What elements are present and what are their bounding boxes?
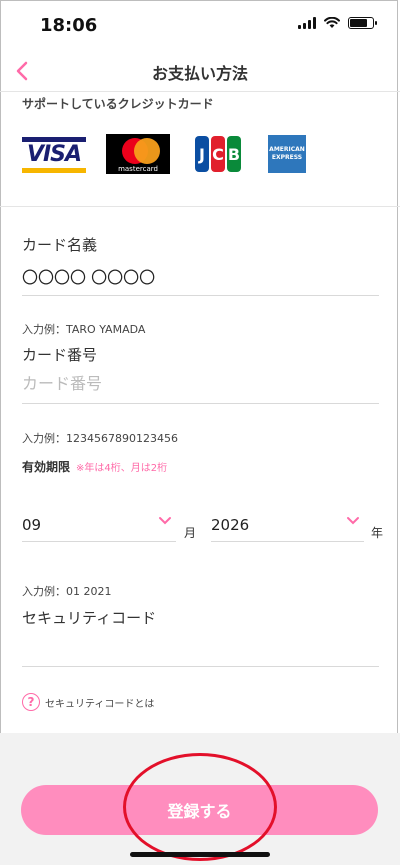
battery-icon: [348, 17, 377, 29]
expiry-note: ※年は4桁、月は2桁: [76, 463, 168, 474]
nav-bar: お支払い方法: [0, 52, 400, 92]
mastercard-logo: mastercard: [106, 134, 170, 174]
expiry-month-select[interactable]: 09: [22, 510, 176, 542]
status-time: 18:06: [40, 15, 98, 36]
cardholder-hint: 入力例：TARO YAMADA: [22, 323, 146, 336]
signal-icon: [298, 17, 316, 29]
bottom-action-area: 登録する: [0, 733, 400, 865]
expiry-hint: 入力例：01 2021: [22, 585, 112, 598]
card-number-input[interactable]: [22, 364, 379, 404]
chevron-down-icon: [347, 517, 359, 525]
jcb-logo: JCB: [194, 134, 242, 174]
year-unit: 年: [371, 526, 384, 540]
wifi-icon: [324, 17, 340, 28]
cardholder-input[interactable]: [22, 256, 379, 296]
expiry-month-value: 09: [22, 516, 42, 534]
security-code-label: セキュリティコード: [22, 609, 157, 627]
cardholder-label: カード名義: [22, 236, 98, 254]
supported-cards-heading: サポートしているクレジットカード: [22, 97, 214, 111]
expiry-label: 有効期限 ※年は4桁、月は2桁: [22, 458, 167, 475]
security-code-help-link[interactable]: ? セキュリティコードとは: [22, 693, 154, 711]
amex-logo: AMERICAN EXPRESS: [268, 135, 306, 173]
home-indicator: [130, 852, 270, 857]
expiry-year-select[interactable]: 2026: [211, 510, 364, 542]
month-unit: 月: [184, 526, 197, 540]
mastercard-logo-text: mastercard: [118, 164, 158, 173]
security-code-input[interactable]: [22, 627, 379, 667]
status-bar: 18:06: [0, 0, 400, 52]
page-title: お支払い方法: [151, 64, 248, 83]
card-number-label: カード番号: [22, 346, 98, 364]
security-code-help-text: セキュリティコードとは: [45, 698, 155, 710]
status-icons: [298, 17, 377, 29]
amex-logo-text: AMERICAN EXPRESS: [269, 146, 305, 161]
chevron-down-icon: [159, 517, 171, 525]
supported-cards-section: サポートしているクレジットカード VISA mastercard JCB AME…: [0, 92, 400, 207]
register-button[interactable]: 登録する: [21, 785, 378, 835]
question-circle-icon: ?: [22, 693, 40, 711]
expiry-year-value: 2026: [211, 516, 250, 534]
expiry-label-text: 有効期限: [22, 460, 71, 474]
card-number-hint: 入力例：1234567890123456: [22, 432, 178, 445]
visa-logo: VISA: [22, 134, 86, 174]
card-logos: VISA mastercard JCB AMERICAN EXPRESS: [22, 134, 306, 174]
visa-logo-text: VISA: [26, 141, 82, 167]
